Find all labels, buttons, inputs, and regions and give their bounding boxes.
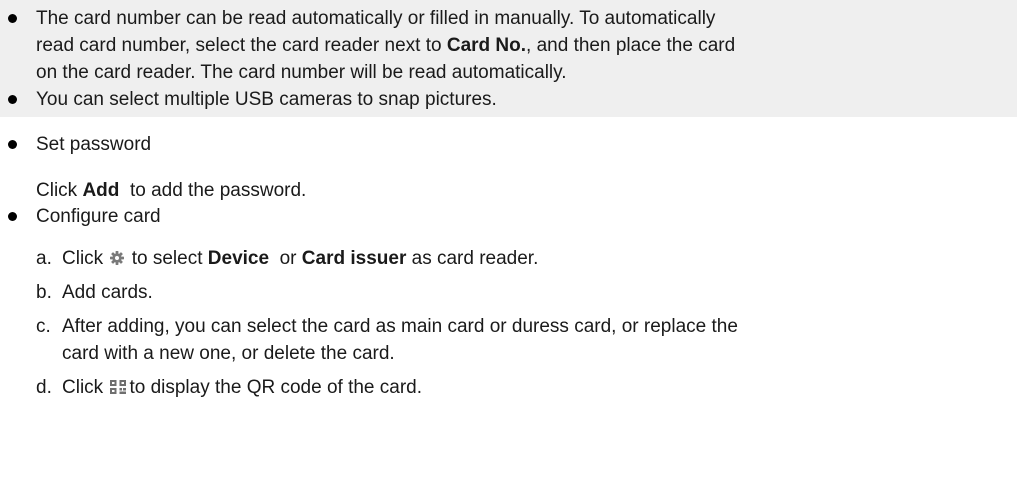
add-label: Add bbox=[82, 180, 120, 201]
step-c-line-1: c. After adding, you can select the card … bbox=[36, 316, 738, 337]
note-item-1-line-2: read card number, select the card reader… bbox=[36, 35, 736, 56]
step-c-line-2: card with a new one, or delete the card. bbox=[62, 343, 395, 364]
step-a: a. Click to select Device or Card issuer … bbox=[36, 248, 539, 269]
card-heading: Configure card bbox=[36, 206, 161, 227]
password-instruction: Click Add to add the password. bbox=[36, 180, 307, 201]
card-no-label: Card No. bbox=[446, 35, 527, 56]
device-label: Device bbox=[207, 248, 270, 269]
bullet-dot bbox=[8, 212, 17, 221]
password-heading: Set password bbox=[36, 134, 152, 155]
note-item-2: You can select multiple USB cameras to s… bbox=[36, 89, 497, 110]
bullet-dot bbox=[8, 140, 17, 149]
qr-code-icon bbox=[110, 380, 127, 394]
step-b: b. Add cards. bbox=[36, 282, 153, 303]
bullet-dot bbox=[8, 95, 17, 104]
step-d: d. Click to display the QR code of the ca… bbox=[36, 377, 423, 398]
note-item-1-line-1: The card number can be read automaticall… bbox=[36, 8, 716, 29]
bullet-dot bbox=[8, 14, 17, 23]
note-item-1-line-3: on the card reader. The card number will… bbox=[36, 62, 567, 83]
card-issuer-label: Card issuer bbox=[301, 248, 407, 269]
gear-icon bbox=[110, 251, 125, 265]
